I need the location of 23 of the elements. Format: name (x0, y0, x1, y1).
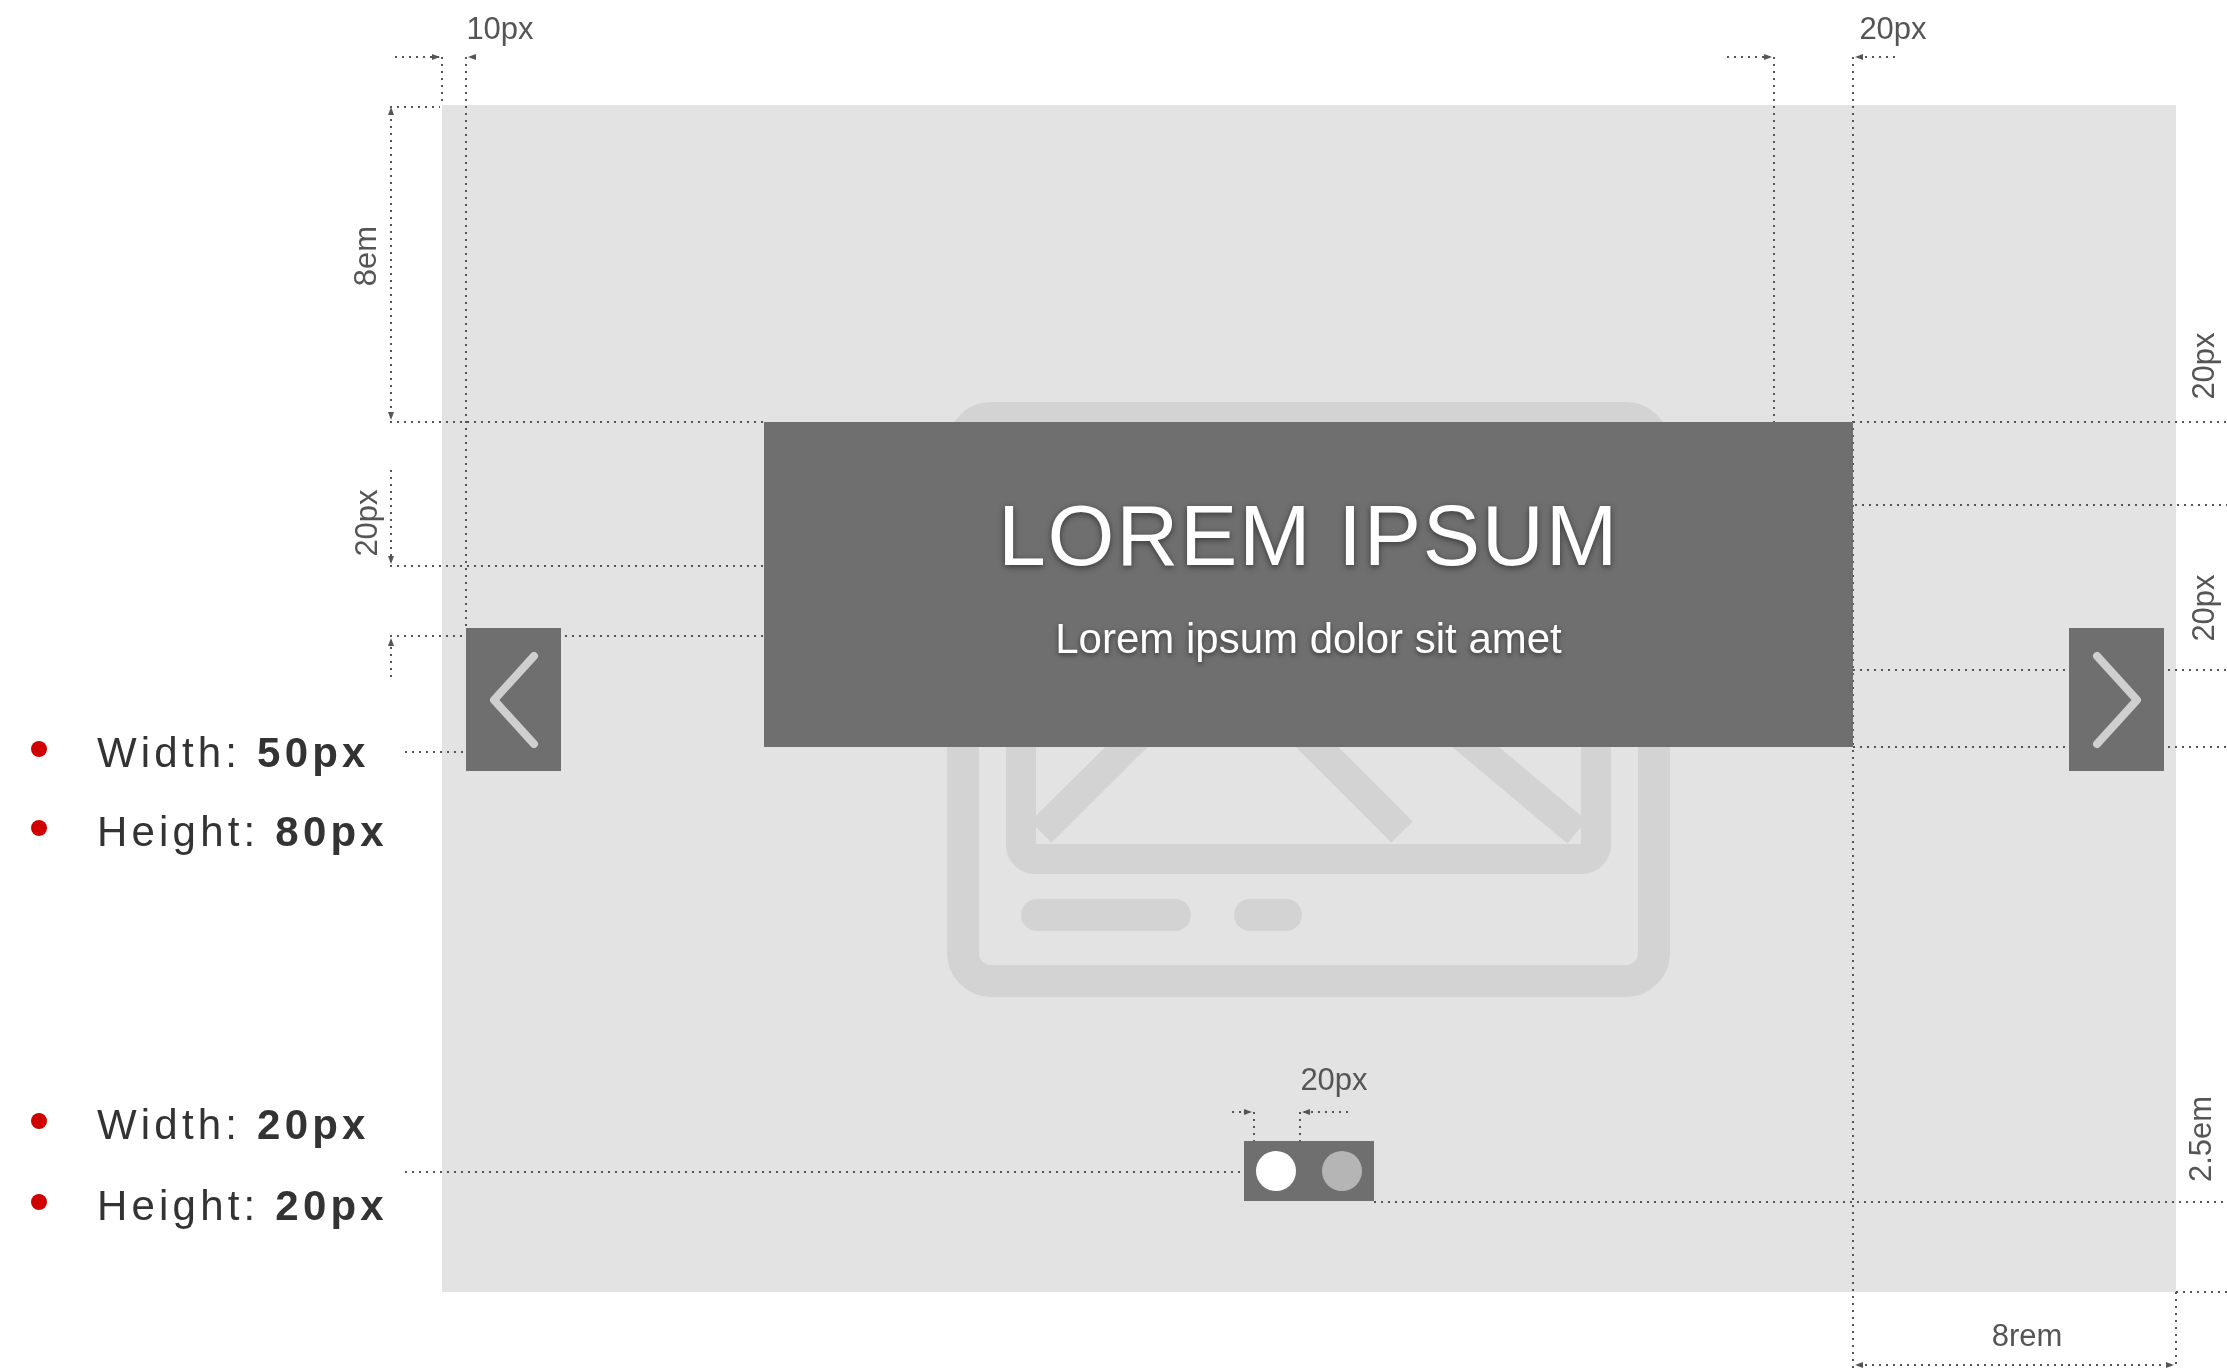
bullet-icon (31, 1194, 47, 1210)
previous-button[interactable] (466, 628, 561, 771)
dimension-label: 10px (466, 12, 534, 44)
chevron-left-icon (487, 651, 540, 748)
spec-label: Width: 50px (97, 732, 370, 774)
chevron-right-icon (2090, 651, 2143, 748)
spec-label: Width: 20px (97, 1104, 370, 1146)
dimension-label: 20px (2187, 332, 2219, 400)
bullet-icon (31, 741, 47, 757)
dimension-label: 20px (350, 489, 382, 557)
spec-label: Height: 80px (97, 811, 388, 853)
carousel-title: LOREM IPSUM (998, 492, 1619, 578)
spec-label: Height: 20px (97, 1185, 388, 1227)
next-button[interactable] (2069, 628, 2164, 771)
dimension-label: 8rem (1991, 1319, 2063, 1351)
dimension-label: 20px (1300, 1063, 1368, 1095)
dimension-label: 8em (349, 225, 381, 287)
dimension-label: 20px (1859, 12, 1927, 44)
dimension-label: 20px (2187, 574, 2219, 642)
dimension-label: 2.5em (2184, 1095, 2216, 1183)
carousel-subtitle: Lorem ipsum dolor sit amet (1055, 618, 1562, 660)
bullet-icon (31, 1113, 47, 1129)
bullet-icon (31, 820, 47, 836)
